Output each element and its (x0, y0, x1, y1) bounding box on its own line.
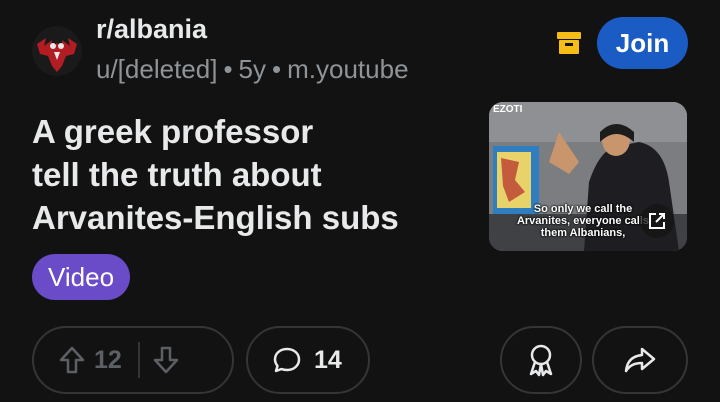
meta-separator: • (272, 54, 282, 84)
comment-bubble-icon (273, 347, 301, 373)
downvote-button[interactable] (152, 345, 180, 375)
upvote-arrow-icon (59, 346, 85, 374)
albania-eagle-icon (32, 26, 82, 76)
thumbnail-channel-label: EZOTI (493, 104, 523, 115)
external-link-button[interactable] (640, 204, 674, 238)
comments-button[interactable]: 14 (246, 326, 370, 394)
thumbnail-caption: So only we call the Arvanites, everyone … (516, 203, 650, 239)
post-author[interactable]: u/[deleted] (96, 54, 217, 84)
post-title-line: Arvanites-English subs (32, 199, 399, 236)
archive-icon (557, 32, 581, 54)
vote-divider (137, 342, 140, 378)
subreddit-avatar[interactable] (32, 26, 82, 76)
post-title-line: A greek professor (32, 113, 314, 150)
post-age: 5y (238, 54, 267, 84)
post-flair-badge[interactable]: Video (32, 254, 131, 300)
share-button[interactable] (592, 326, 688, 394)
share-arrow-icon (624, 347, 656, 373)
downvote-arrow-icon (153, 346, 179, 374)
award-button[interactable] (500, 326, 582, 394)
post-meta: u/[deleted] • 5y • m.youtube (96, 54, 409, 85)
subreddit-name[interactable]: r/albania (96, 14, 207, 45)
comment-icon-wrap (272, 345, 302, 375)
vote-control: 12 (32, 326, 234, 394)
post-title-line: tell the truth about (32, 156, 322, 193)
vote-count: 12 (94, 345, 122, 374)
upvote-button[interactable] (58, 345, 86, 375)
join-button[interactable]: Join (597, 17, 688, 69)
comment-count: 14 (314, 345, 342, 374)
post-domain[interactable]: m.youtube (287, 54, 408, 84)
meta-separator: • (223, 54, 233, 84)
award-ribbon-icon (529, 344, 553, 377)
post-title[interactable]: A greek professor tell the truth about A… (32, 110, 452, 239)
external-link-icon (649, 213, 665, 229)
